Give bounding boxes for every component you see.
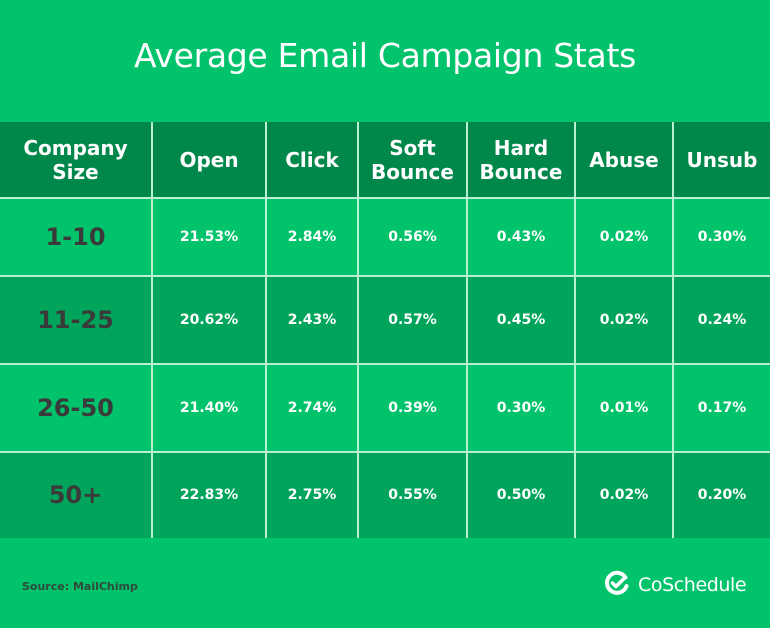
column-header-label: Open	[179, 148, 238, 172]
column-header-label: Unsub	[687, 148, 758, 172]
header-line: Size	[52, 159, 99, 184]
cell-soft-bounce: 0.56%	[388, 228, 437, 245]
coschedule-logo: CoSchedule	[604, 570, 747, 601]
table-row: 11-25 20.62% 2.43% 0.57% 0.45% 0.02% 0.24%	[0, 276, 770, 363]
column-header-abuse: Abuse	[576, 122, 672, 197]
company-size-cell: 50+	[48, 481, 103, 509]
row-divider	[0, 275, 770, 277]
cell-hard-bounce: 0.50%	[496, 487, 546, 503]
cell-open: 22.83%	[179, 487, 239, 503]
column-header-open: Open	[153, 122, 265, 197]
header-line: Soft	[389, 135, 436, 160]
cell-soft-bounce: 0.55%	[388, 487, 437, 503]
logo-text: CoSchedule	[638, 574, 747, 596]
cell-unsub: 0.30%	[697, 228, 747, 245]
column-header-hard-bounce: Hard Bounce	[468, 122, 574, 197]
chart-title: Average Email Campaign Stats	[134, 36, 636, 75]
check-circle-icon	[604, 570, 630, 601]
column-header-soft-bounce: Soft Bounce	[359, 122, 466, 197]
cell-soft-bounce: 0.57%	[388, 311, 437, 328]
cell-abuse: 0.02%	[599, 228, 649, 245]
column-divider	[574, 122, 576, 538]
column-divider	[672, 122, 674, 538]
column-header-label: Click	[285, 148, 339, 172]
column-header-label: Hard Bounce	[480, 136, 563, 184]
header-line: Abuse	[589, 147, 659, 172]
column-divider	[151, 122, 153, 538]
company-size-cell: 11-25	[37, 305, 114, 334]
cell-click: 2.75%	[287, 487, 337, 503]
cell-abuse: 0.02%	[599, 487, 649, 503]
cell-abuse: 0.02%	[599, 311, 649, 328]
stats-table: Company Size Open Click Soft Bounce Hard Bounce…	[0, 122, 770, 538]
row-divider	[0, 363, 770, 365]
header-line: Bounce	[479, 159, 563, 184]
column-header-label: Soft Bounce	[371, 136, 454, 184]
row-divider	[0, 451, 770, 453]
cell-open: 21.40%	[179, 399, 239, 416]
header-line: Company	[23, 135, 128, 160]
header-line: Open	[179, 147, 239, 172]
cell-hard-bounce: 0.30%	[496, 399, 546, 416]
cell-unsub: 0.17%	[697, 399, 747, 416]
column-divider	[466, 122, 468, 538]
column-header-company-size: Company Size	[0, 122, 151, 197]
column-divider	[357, 122, 359, 538]
table-row: 26-50 21.40% 2.74% 0.39% 0.30% 0.01% 0.17%	[0, 364, 770, 451]
cell-hard-bounce: 0.43%	[496, 228, 546, 245]
header-line: Bounce	[371, 159, 454, 184]
column-header-label: Abuse	[589, 148, 659, 172]
cell-unsub: 0.20%	[697, 487, 747, 503]
cell-abuse: 0.01%	[599, 399, 649, 416]
cell-hard-bounce: 0.45%	[496, 311, 546, 328]
column-divider	[265, 122, 267, 538]
column-header-label: Company Size	[23, 136, 127, 184]
cell-open: 21.53%	[179, 228, 239, 245]
cell-unsub: 0.24%	[697, 311, 747, 328]
header-line: Hard	[493, 135, 549, 160]
cell-soft-bounce: 0.39%	[388, 399, 437, 416]
company-size-cell: 26-50	[37, 393, 114, 422]
cell-click: 2.43%	[287, 311, 337, 328]
header-line: Unsub	[686, 147, 758, 172]
column-header-click: Click	[267, 122, 357, 197]
row-divider	[0, 197, 770, 199]
cell-open: 20.62%	[179, 311, 239, 328]
company-size-cell: 1-10	[45, 222, 106, 251]
column-header-unsub: Unsub	[674, 122, 770, 197]
cell-click: 2.84%	[287, 228, 337, 245]
header-line: Click	[285, 147, 339, 172]
table-header-row: Company Size Open Click Soft Bounce Hard Bounce…	[0, 122, 770, 197]
cell-click: 2.74%	[287, 399, 337, 416]
table-row: 50+ 22.83% 2.75% 0.55% 0.50% 0.02% 0.20%	[0, 452, 770, 538]
source-caption: Source: MailChimp	[22, 580, 138, 593]
table-row: 1-10 21.53% 2.84% 0.56% 0.43% 0.02% 0.30%	[0, 198, 770, 275]
